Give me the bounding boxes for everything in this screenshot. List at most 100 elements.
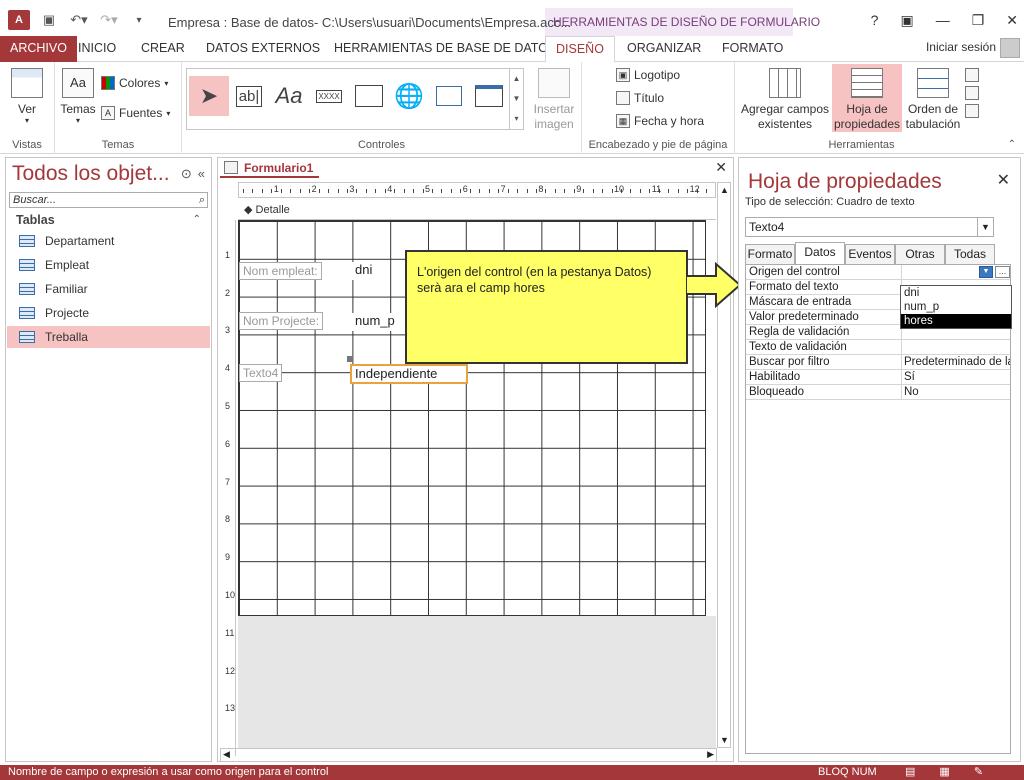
tab-arrange[interactable]: ORGANIZAR [617, 36, 711, 62]
themes-button[interactable]: Aa Temas ▾ [59, 68, 97, 125]
scroll-right-icon[interactable]: ▶ [707, 749, 714, 760]
textbox-num-p[interactable]: num_p [352, 313, 398, 331]
tab-external-data[interactable]: DATOS EXTERNOS [196, 36, 330, 62]
property-value[interactable] [901, 340, 1010, 354]
textbox-control-icon[interactable]: ab| [229, 76, 269, 116]
minimize-button[interactable]: — [936, 12, 950, 29]
select-pointer-icon[interactable]: ➤ [189, 76, 229, 116]
nav-collapse-icon[interactable]: « [198, 166, 205, 182]
view-button[interactable]: Ver ▾ [8, 68, 46, 125]
label-texto4[interactable]: Texto4 [239, 364, 283, 382]
nav-search-input[interactable]: Buscar... ⌕ [9, 192, 208, 208]
access-logo-icon[interactable]: A [8, 10, 30, 30]
property-row[interactable]: Origen del control ▼… [746, 265, 1010, 280]
tab-control-icon[interactable] [349, 76, 389, 116]
property-sheet-button[interactable]: Hoja de propiedades [832, 64, 902, 132]
property-value[interactable]: Predeterminado de la [901, 355, 1010, 369]
sign-in-link[interactable]: Iniciar sesión [926, 40, 996, 54]
navigation-control-icon[interactable] [469, 76, 509, 116]
property-value[interactable]: No [901, 385, 1010, 399]
label-control-icon[interactable]: Aa [269, 76, 309, 116]
move-handle-icon[interactable] [347, 356, 353, 362]
chevron-down-icon[interactable]: ▼ [979, 266, 993, 278]
tab-formato[interactable]: Formato [745, 244, 795, 264]
textbox-dni[interactable]: dni [352, 262, 376, 280]
object-selector[interactable]: Texto4 ▼ [745, 217, 994, 237]
nav-item-projecte[interactable]: Projecte [7, 302, 210, 324]
nav-section-tables[interactable]: Tablas [16, 213, 55, 227]
collapse-ribbon-icon[interactable]: ⌃ [1008, 139, 1016, 150]
tab-datos[interactable]: Datos [795, 242, 845, 265]
gallery-down-icon[interactable]: ▼ [510, 89, 523, 109]
close-property-sheet-icon[interactable]: ✕ [997, 170, 1010, 190]
dropdown-option[interactable]: hores [901, 314, 1011, 328]
tab-design[interactable]: DISEÑO [545, 36, 615, 63]
close-button[interactable]: ✕ [1006, 12, 1018, 29]
subform-icon[interactable] [965, 68, 979, 82]
hyperlink-control-icon[interactable]: 🌐 [389, 76, 429, 116]
property-row[interactable]: Bloqueado No [746, 385, 1010, 400]
search-icon[interactable]: ⌕ [199, 193, 205, 207]
web-browser-control-icon[interactable] [429, 76, 469, 116]
dropdown-option[interactable]: num_p [901, 300, 1011, 314]
restore-button[interactable]: ❐ [972, 12, 985, 29]
convert-macros-icon[interactable] [965, 104, 979, 118]
undo-icon[interactable]: ↶▾ [68, 10, 90, 30]
nav-item-familiar[interactable]: Familiar [7, 278, 210, 300]
tab-order-button[interactable]: Orden de tabulación [903, 68, 963, 132]
datetime-button[interactable]: ▦ Fecha y hora [616, 114, 704, 128]
insert-image-button[interactable]: Insertar imagen [532, 68, 576, 132]
scroll-left-icon[interactable]: ◀ [223, 749, 230, 760]
property-value[interactable] [901, 265, 1010, 279]
gallery-scrollbar[interactable]: ▲ ▼ ▾ [509, 69, 523, 129]
gallery-up-icon[interactable]: ▲ [510, 69, 523, 89]
ribbon-options-button[interactable]: ▣ [900, 12, 913, 29]
nav-item-empleat[interactable]: Empleat [7, 254, 210, 276]
logo-button[interactable]: ▣ Logotipo [616, 68, 680, 82]
colors-button[interactable]: Colores ▾ [101, 76, 168, 90]
scroll-down-icon[interactable]: ▼ [720, 735, 729, 745]
close-document-icon[interactable]: ✕ [715, 159, 727, 176]
label-nom-projecte[interactable]: Nom Projecte: [239, 312, 324, 330]
label-nom-empleat[interactable]: Nom empleat: [239, 262, 322, 280]
add-existing-fields-button[interactable]: Agregar campos existentes [739, 68, 831, 132]
tab-file[interactable]: ARCHIVO [0, 36, 77, 62]
scroll-up-icon[interactable]: ▲ [720, 185, 729, 195]
nav-item-departament[interactable]: Departament [7, 230, 210, 252]
design-view-icon[interactable]: ✎ [974, 765, 983, 780]
layout-view-icon[interactable]: ▦ [939, 765, 949, 780]
help-button[interactable]: ? [871, 12, 879, 29]
textbox-independiente[interactable]: Independiente [350, 364, 468, 384]
tab-todas[interactable]: Todas [945, 244, 995, 264]
redo-icon[interactable]: ↷▾ [98, 10, 120, 30]
document-tab[interactable]: Formulario1 [220, 158, 320, 178]
button-control-icon[interactable]: XXXX [309, 76, 349, 116]
customize-qat-icon[interactable]: ▾ [128, 10, 150, 30]
gallery-more-icon[interactable]: ▾ [510, 109, 523, 129]
horizontal-scrollbar[interactable]: ◀ ▶ [220, 748, 717, 762]
tab-eventos[interactable]: Eventos [845, 244, 895, 264]
property-row[interactable]: Habilitado Sí [746, 370, 1010, 385]
nav-item-treballa[interactable]: Treballa [7, 326, 210, 348]
section-collapse-icon[interactable]: ⌃ [193, 214, 201, 225]
tab-home[interactable]: INICIO [68, 36, 126, 62]
builder-ellipsis-icon[interactable]: … [995, 266, 1010, 278]
fonts-button[interactable]: A Fuentes ▾ [101, 106, 170, 120]
nav-title[interactable]: Todos los objet... [12, 162, 170, 186]
property-row[interactable]: Texto de validación [746, 340, 1010, 355]
view-code-icon[interactable] [965, 86, 979, 100]
avatar[interactable] [1000, 38, 1020, 58]
tab-otras[interactable]: Otras [895, 244, 945, 264]
property-value[interactable]: Sí [901, 370, 1010, 384]
tab-create[interactable]: CREAR [131, 36, 195, 62]
nav-menu-icon[interactable]: ⊙ [181, 166, 192, 182]
title-button[interactable]: Título [616, 91, 664, 105]
dropdown-option[interactable]: dni [901, 286, 1011, 300]
tab-database-tools[interactable]: HERRAMIENTAS DE BASE DE DATOS [324, 36, 566, 62]
chevron-down-icon[interactable]: ▼ [977, 218, 993, 236]
save-icon[interactable]: ▣ [38, 10, 60, 30]
section-bar-detail[interactable]: ◆ Detalle [238, 202, 716, 220]
property-row[interactable]: Buscar por filtro Predeterminado de la [746, 355, 1010, 370]
form-view-icon[interactable]: ▤ [905, 765, 915, 780]
tab-format[interactable]: FORMATO [712, 36, 793, 62]
